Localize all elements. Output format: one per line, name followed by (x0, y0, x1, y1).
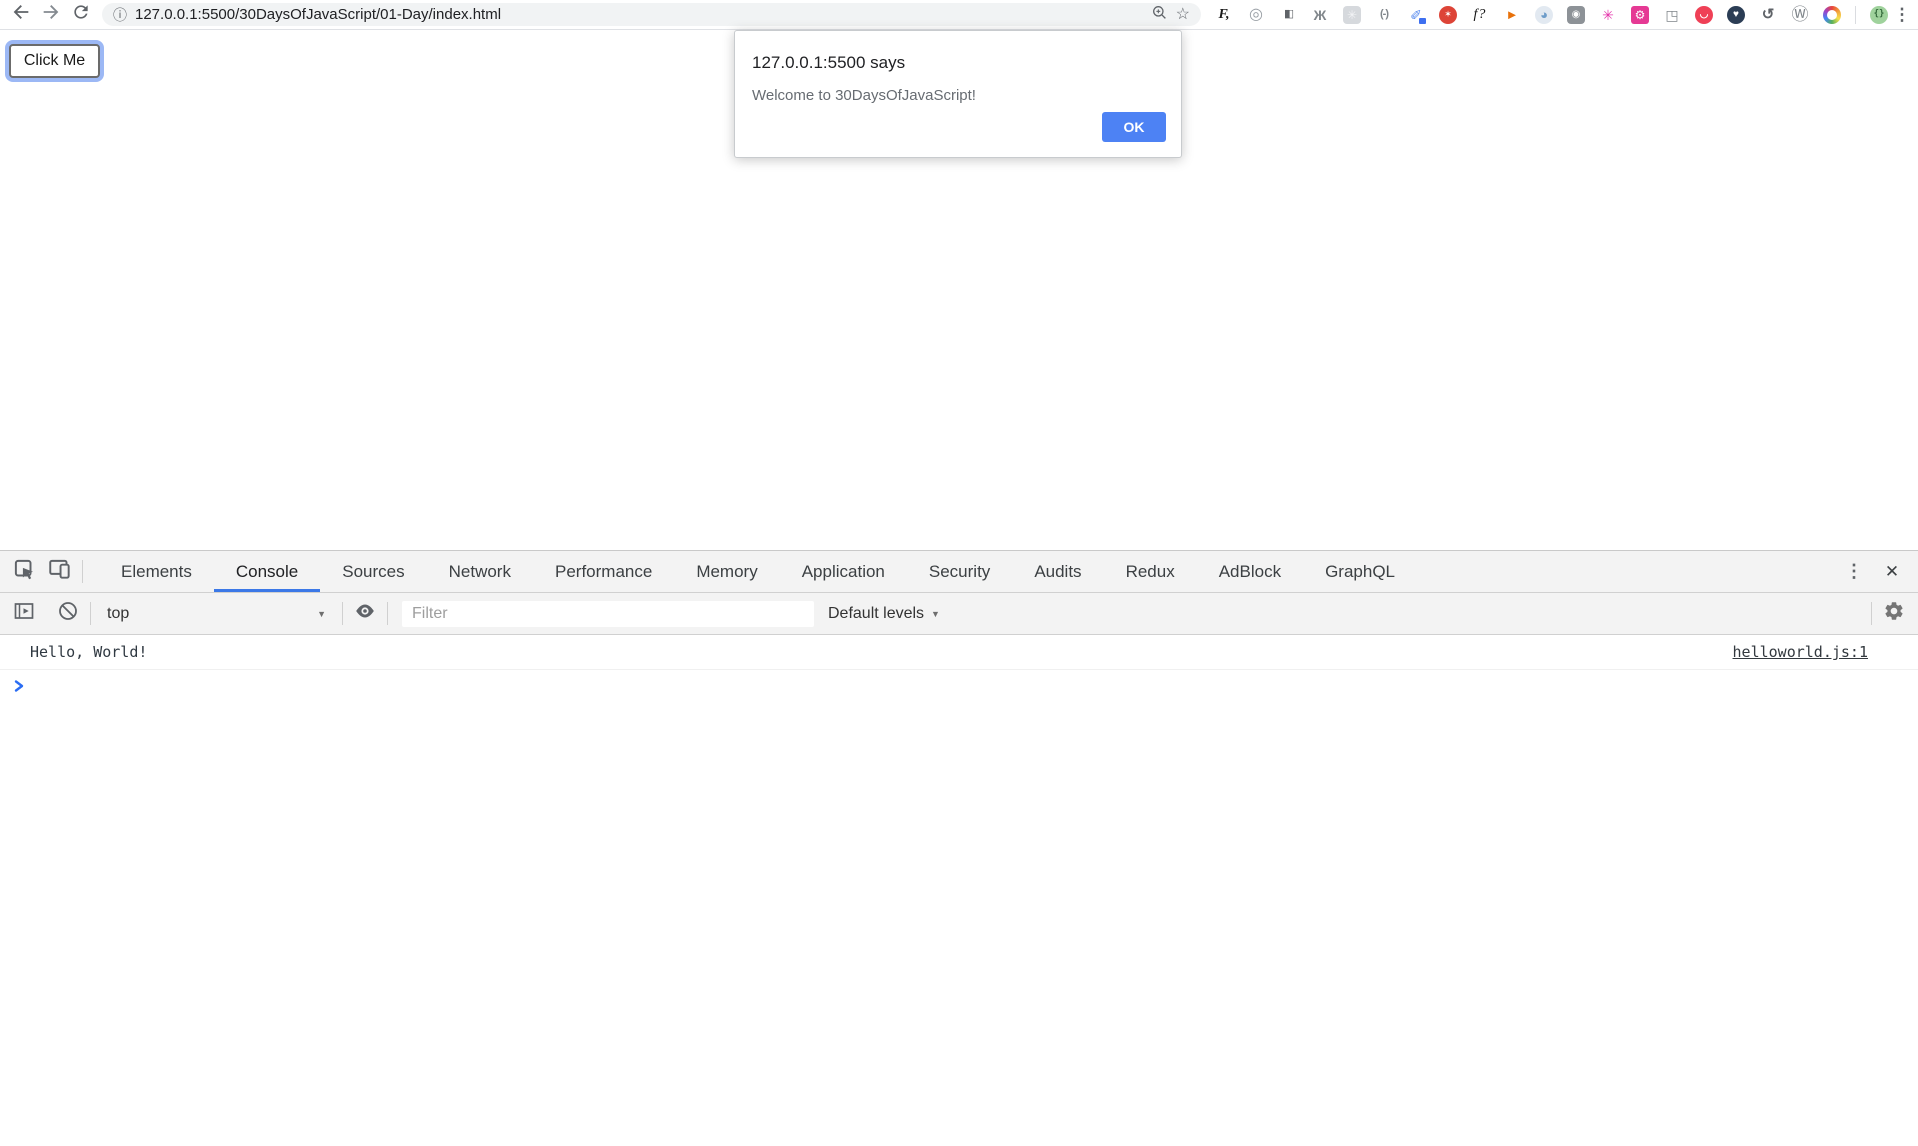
eyedropper-extension-icon[interactable]: ✐ (1407, 6, 1425, 24)
graphql-extension-icon[interactable]: ✳ (1599, 6, 1617, 24)
power-ring-extension-icon[interactable]: ↺ (1759, 6, 1777, 24)
url-text[interactable]: 127.0.0.1:5500/30DaysOfJavaScript/01-Day… (135, 6, 1143, 23)
fonts-ninja-extension-icon[interactable]: F, (1215, 6, 1233, 24)
bookmark-star-icon[interactable]: ☆ (1176, 7, 1190, 23)
console-settings-button[interactable] (1876, 593, 1912, 634)
alert-ok-button[interactable]: OK (1102, 112, 1166, 142)
devtools-window-controls: ⋮ ✕ (1827, 551, 1912, 592)
console-sidebar-toggle-button[interactable] (6, 593, 42, 634)
forward-button[interactable] (36, 2, 66, 28)
tab-adblock[interactable]: AdBlock (1197, 551, 1303, 592)
tab-elements[interactable]: Elements (99, 551, 214, 592)
tab-network[interactable]: Network (427, 551, 533, 592)
address-bar[interactable]: ⓘ 127.0.0.1:5500/30DaysOfJavaScript/01-D… (102, 3, 1201, 26)
extensions-divider (1855, 6, 1856, 24)
lens-extension-icon[interactable]: ◎ (1247, 6, 1265, 24)
browser-menu-icon[interactable]: ⋮ (1892, 5, 1912, 25)
json-viewer-extension-icon[interactable]: {} (1870, 6, 1888, 24)
tab-sources[interactable]: Sources (320, 551, 426, 592)
reload-icon (71, 2, 91, 27)
heart-search-extension-icon[interactable]: ♥ (1727, 6, 1745, 24)
toolbar-divider-3 (387, 602, 388, 625)
toolbar-divider-2 (342, 602, 343, 625)
forward-icon (40, 1, 62, 28)
console-toolbar: top ▼ Default levels ▼ (0, 593, 1918, 635)
tab-memory[interactable]: Memory (674, 551, 779, 592)
console-source-link[interactable]: helloworld.js:1 (1733, 643, 1868, 661)
device-toolbar-button[interactable] (42, 551, 78, 592)
alert-dialog-message: Welcome to 30DaysOfJavaScript! (752, 87, 1166, 104)
clear-console-button[interactable] (50, 593, 86, 634)
megaphone-extension-icon[interactable]: ► (1503, 6, 1521, 24)
devtools-tabs: Elements Console Sources Network Perform… (87, 551, 1417, 592)
tab-console[interactable]: Console (214, 551, 320, 592)
stop-hand-extension-icon[interactable]: ✶ (1439, 6, 1457, 24)
alert-dialog: 127.0.0.1:5500 says Welcome to 30DaysOfJ… (734, 30, 1182, 158)
log-levels-label: Default levels (828, 605, 924, 623)
camera-extension-icon[interactable]: ◉ (1567, 6, 1585, 24)
tab-security[interactable]: Security (907, 551, 1012, 592)
gear-icon (1883, 600, 1905, 627)
click-me-button[interactable]: Click Me (9, 44, 100, 78)
console-prompt-row[interactable] (0, 670, 1918, 706)
page-info-icon[interactable]: ⓘ (113, 5, 127, 25)
tab-application[interactable]: Application (780, 551, 907, 592)
split-panels-extension-icon[interactable]: ▮▯ (1279, 6, 1297, 24)
tab-audits[interactable]: Audits (1012, 551, 1103, 592)
log-levels-selector[interactable]: Default levels ▼ (828, 605, 940, 623)
console-log-message[interactable]: Hello, World! (30, 643, 1733, 661)
tab-performance[interactable]: Performance (533, 551, 674, 592)
devtools-tabbar: Elements Console Sources Network Perform… (0, 551, 1918, 593)
inspect-element-button[interactable] (6, 551, 42, 592)
pink-settings-extension-icon[interactable]: ⚙ (1631, 6, 1649, 24)
extensions-bar: F, ◎ ▮▯ Ж ✳ (-) ✐ ✶ f? ► ◕ ◉ ✳ ⚙ ◳ ◡ ♥ ↺… (1211, 6, 1892, 24)
tab-graphql[interactable]: GraphQL (1303, 551, 1417, 592)
eye-icon (353, 599, 377, 628)
bug-extension-icon[interactable]: Ж (1311, 6, 1329, 24)
zoom-icon[interactable] (1151, 4, 1168, 26)
back-icon (10, 1, 32, 28)
console-prompt-chevron-icon (13, 679, 25, 698)
swirl-extension-icon[interactable]: ◕ (1535, 6, 1553, 24)
back-button[interactable] (6, 2, 36, 28)
tabbar-divider (82, 560, 83, 583)
clear-console-icon (56, 599, 80, 628)
device-toolbar-icon (47, 556, 73, 587)
corner-arrow-extension-icon[interactable]: ◳ (1663, 6, 1681, 24)
toolbar-divider-1 (90, 602, 91, 625)
reload-button[interactable] (66, 2, 96, 28)
chevron-down-icon: ▼ (931, 609, 940, 619)
console-sidebar-icon (12, 599, 36, 628)
page-viewport: Click Me 127.0.0.1:5500 says Welcome to … (0, 30, 1918, 550)
devtools-menu-icon[interactable]: ⋮ (1836, 561, 1872, 582)
fontface-extension-icon[interactable]: f? (1471, 6, 1489, 24)
color-wheel-extension-icon[interactable] (1823, 6, 1841, 24)
wave-circle-extension-icon[interactable]: Ⓦ (1791, 6, 1809, 24)
devtools-close-icon[interactable]: ✕ (1872, 562, 1912, 582)
code-preview-extension-icon[interactable]: (-) (1375, 6, 1393, 24)
context-label: top (107, 605, 317, 623)
browser-toolbar: ⓘ 127.0.0.1:5500/30DaysOfJavaScript/01-D… (0, 0, 1918, 30)
alert-dialog-title: 127.0.0.1:5500 says (752, 53, 1166, 73)
react-devtools-extension-icon[interactable]: ✳ (1343, 6, 1361, 24)
inspect-cursor-icon (11, 556, 37, 587)
execution-context-selector[interactable]: top ▼ (95, 605, 338, 623)
pocket-extension-icon[interactable]: ◡ (1695, 6, 1713, 24)
devtools-panel: Elements Console Sources Network Perform… (0, 550, 1918, 1146)
chevron-down-icon: ▼ (317, 609, 326, 619)
tab-redux[interactable]: Redux (1104, 551, 1197, 592)
console-log-row: Hello, World! helloworld.js:1 (0, 635, 1918, 670)
console-filter-input[interactable] (402, 601, 814, 627)
live-expression-button[interactable] (347, 593, 383, 634)
toolbar-divider-4 (1871, 602, 1872, 625)
